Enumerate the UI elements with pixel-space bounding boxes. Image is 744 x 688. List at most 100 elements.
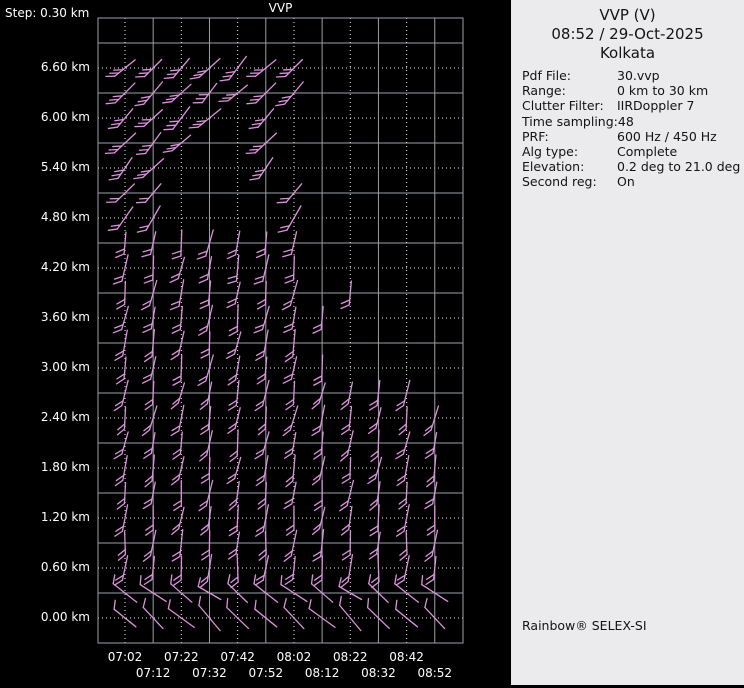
wind-barb xyxy=(117,530,127,561)
wind-barb xyxy=(246,59,277,78)
wind-barb xyxy=(426,505,436,536)
wind-barb xyxy=(198,304,214,336)
wind-barb xyxy=(341,530,352,561)
y-axis-label: 1.80 km xyxy=(40,460,90,474)
wind-barb xyxy=(133,157,165,180)
wind-barb xyxy=(169,256,186,283)
wind-barb xyxy=(135,58,163,78)
x-axis-label: 07:32 xyxy=(192,666,227,680)
info-panel: VVP (V) 08:52 / 29-Oct-2025 Kolkata Pdf … xyxy=(511,0,744,685)
x-axis-label: 08:22 xyxy=(332,650,368,664)
wind-barb xyxy=(283,597,305,630)
wind-barb xyxy=(170,456,185,486)
parameter-row: Time sampling: 48 xyxy=(522,114,742,129)
wind-barb xyxy=(248,108,275,130)
wind-barb xyxy=(136,205,161,233)
product-datetime: 08:52 / 29-Oct-2025 xyxy=(551,25,704,43)
parameter-row: Range: 0 km to 30 km xyxy=(522,83,742,98)
wind-barb xyxy=(230,553,239,589)
parameter-value: 30.vvp xyxy=(617,68,660,83)
y-axis-label: 3.60 km xyxy=(40,310,90,324)
wind-barb xyxy=(107,108,134,130)
wind-barb xyxy=(284,255,296,284)
wind-barb xyxy=(370,429,380,463)
wind-barb xyxy=(107,206,134,231)
wind-barb xyxy=(255,504,270,537)
wind-barb xyxy=(115,356,127,385)
parameter-label: Elevation: xyxy=(522,159,585,175)
wind-barb-plot xyxy=(97,17,464,644)
wind-barb xyxy=(228,303,239,337)
parameter-label: Clutter Filter: xyxy=(522,98,604,114)
x-axis-label: 08:02 xyxy=(276,650,312,664)
wind-barb xyxy=(200,456,211,484)
wind-barb xyxy=(284,555,296,586)
parameter-row: Elevation: 0.2 deg to 21.0 deg xyxy=(522,159,742,174)
parameter-value: 0.2 deg to 21.0 deg xyxy=(617,159,741,175)
wind-barb xyxy=(199,430,213,462)
wind-barb xyxy=(281,279,299,311)
wind-barb xyxy=(201,530,211,561)
wind-barb xyxy=(282,356,298,384)
wind-barb xyxy=(172,354,183,386)
x-axis-label: 08:52 xyxy=(417,666,453,680)
parameter-row: Pdf File: 30.vvp xyxy=(522,68,742,83)
wind-barb xyxy=(313,555,323,586)
wind-barb xyxy=(312,305,324,334)
wind-barb xyxy=(340,280,352,310)
wind-barb xyxy=(134,81,164,107)
wind-barb xyxy=(257,481,267,510)
wind-barb xyxy=(189,57,221,80)
wind-barb xyxy=(144,380,155,411)
parameter-label: Pdf File: xyxy=(522,68,571,83)
wind-barb xyxy=(199,280,212,310)
y-axis-label: 5.40 km xyxy=(40,160,90,174)
parameter-value: Complete xyxy=(617,144,678,160)
wind-barb xyxy=(423,405,440,437)
wind-barb xyxy=(116,406,127,436)
wind-barb xyxy=(285,454,296,488)
wind-barb xyxy=(143,255,155,284)
x-axis-label: 08:42 xyxy=(389,650,424,664)
wind-barb xyxy=(227,254,240,285)
wind-barb xyxy=(188,108,222,129)
y-axis-label: 6.60 km xyxy=(40,60,90,74)
wind-barb xyxy=(313,354,324,386)
wind-barb xyxy=(141,356,157,384)
wind-barb xyxy=(145,505,154,536)
parameter-row: Clutter Filter: IIRDoppler 7 xyxy=(522,98,742,113)
wind-barb xyxy=(339,430,354,462)
x-axis-label: 07:12 xyxy=(135,666,171,680)
product-title: VVP (V) xyxy=(599,6,656,24)
wind-barb xyxy=(226,597,250,630)
wind-barb xyxy=(228,379,240,411)
wind-profile-chart-area: Step: 0.30 km VVP 6.60 km 6.00 km 5.40 km 4… xyxy=(0,0,508,688)
parameter-label: Time sampling: xyxy=(522,113,618,129)
parameter-value: 48 xyxy=(617,113,634,129)
wind-barb xyxy=(282,405,299,437)
wind-barb xyxy=(256,280,267,310)
wind-barb xyxy=(254,555,270,586)
y-axis-label: 2.40 km xyxy=(40,410,90,424)
wind-barb xyxy=(226,281,241,309)
wind-barb xyxy=(254,431,270,460)
wind-barb xyxy=(395,504,410,537)
wind-barb xyxy=(162,83,192,104)
wind-barb xyxy=(140,279,158,311)
wind-barb xyxy=(170,382,186,410)
wind-barb xyxy=(141,231,157,258)
y-axis-label: 1.20 km xyxy=(40,510,90,524)
wind-barb xyxy=(196,229,214,260)
parameter-value: 0 km to 30 km xyxy=(617,83,709,99)
x-axis-label: 07:52 xyxy=(248,666,284,680)
wind-barb xyxy=(285,505,295,536)
parameter-label: Range: xyxy=(522,83,566,99)
wind-barb xyxy=(226,456,242,485)
vvp-radar-window: Step: 0.30 km VVP 6.60 km 6.00 km 5.40 km 4… xyxy=(0,0,744,688)
wind-barb xyxy=(114,504,129,537)
y-axis-label: 6.00 km xyxy=(40,110,90,124)
wind-barb xyxy=(170,404,185,437)
wind-barb xyxy=(311,382,326,410)
parameter-label: PRF: xyxy=(522,128,549,144)
wind-barb xyxy=(313,479,323,512)
